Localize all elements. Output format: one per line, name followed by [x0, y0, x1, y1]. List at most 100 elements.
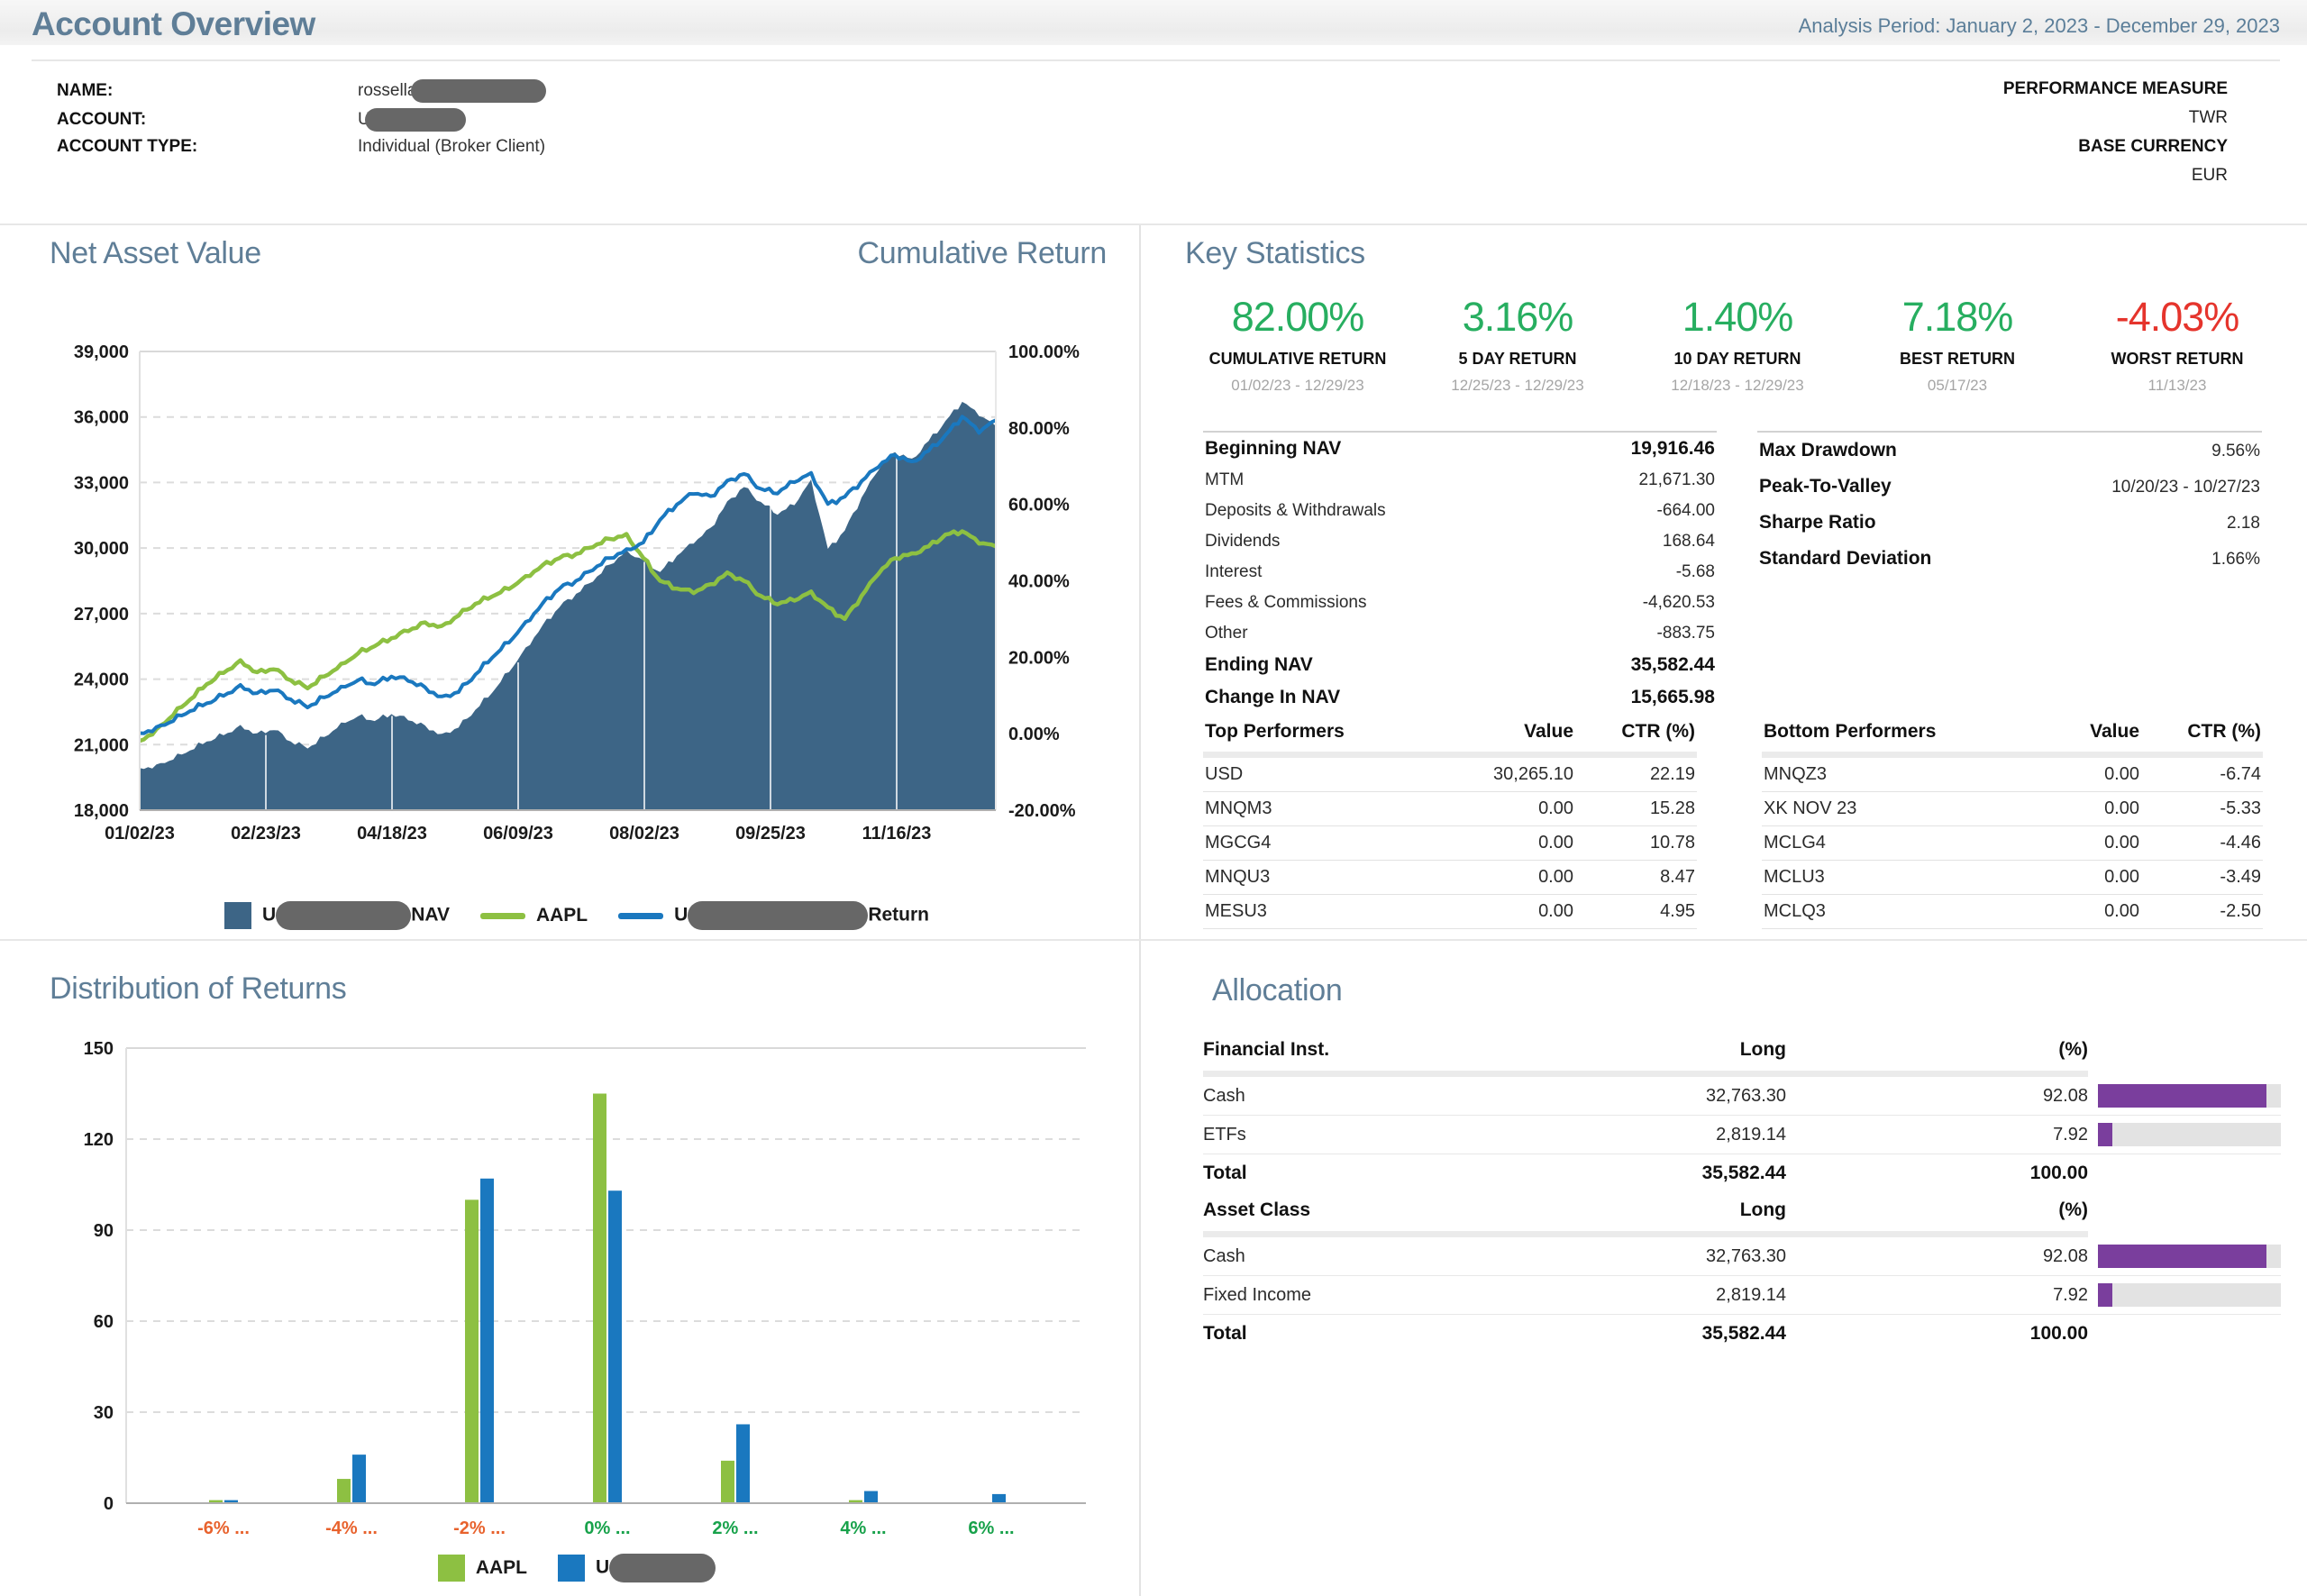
stat-period: 12/25/23 - 12/29/23 [1408, 377, 1628, 395]
svg-text:60: 60 [94, 1312, 114, 1332]
svg-text:21,000: 21,000 [74, 735, 129, 755]
key-stats-row: 82.00%CUMULATIVE RETURN01/02/23 - 12/29/… [1188, 294, 2287, 395]
table-row: MNQU30.008.47 [1203, 861, 1697, 895]
row-label: Standard Deviation [1759, 548, 1931, 570]
performers-header: Bottom PerformersValueCTR (%) [1762, 717, 2263, 752]
allocation-long-value: 32,763.30 [1471, 1246, 1786, 1267]
allocation-asset-class-table: Asset ClassLong(%)Cash32,763.3092.08Fixe… [1203, 1195, 2281, 1353]
account-info-value: rossella [358, 81, 416, 100]
allocation-header: Asset ClassLong(%) [1203, 1195, 2281, 1231]
allocation-pct-value: 100.00 [1786, 1163, 2088, 1184]
row-label: Beginning NAV [1205, 438, 1341, 460]
instrument-name: MCLG4 [1764, 833, 1986, 853]
table-row: Dividends168.64 [1203, 526, 1717, 557]
account-info-label: NAME: [57, 81, 358, 101]
performance-meta-line: TWR [2189, 108, 2228, 128]
row-label: Dividends [1205, 532, 1280, 552]
table-row: Cash32,763.3092.08 [1203, 1237, 2281, 1276]
svg-text:80.00%: 80.00% [1008, 419, 1070, 439]
svg-text:09/25/23: 09/25/23 [735, 824, 806, 844]
allocation-long-value: 2,819.14 [1471, 1285, 1786, 1306]
row-value: -664.00 [1657, 501, 1715, 521]
allocation-col-header: Long [1471, 1199, 1786, 1221]
redaction-blob [411, 79, 546, 103]
instrument-name: XK NOV 23 [1764, 798, 1986, 819]
instrument-name: USD [1205, 764, 1420, 785]
instrument-ctr: -2.50 [2139, 901, 2261, 922]
table-row: Max Drawdown9.56% [1757, 433, 2262, 469]
table-row: Cash32,763.3092.08 [1203, 1077, 2281, 1116]
instrument-ctr: 8.47 [1573, 867, 1695, 888]
distribution-title: Distribution of Returns [50, 971, 346, 1007]
allocation-col-header: Long [1471, 1039, 1786, 1061]
stat-label: 5 DAY RETURN [1408, 350, 1628, 369]
header-divider [32, 59, 2280, 61]
table-row: Other-883.75 [1203, 618, 1717, 649]
distribution-legend: AAPLU [54, 1554, 1099, 1582]
table-row: Change In NAV15,665.98 [1203, 681, 1717, 714]
legend-item: UNAV [224, 901, 450, 930]
svg-text:-20.00%: -20.00% [1008, 801, 1076, 821]
legend-label: U [596, 1554, 716, 1582]
table-row: Standard Deviation1.66% [1757, 541, 2262, 577]
instrument-ctr: -5.33 [2139, 798, 2261, 819]
instrument-ctr: -4.46 [2139, 833, 2261, 853]
svg-text:60.00%: 60.00% [1008, 496, 1070, 515]
table-row: USD30,265.1022.19 [1203, 758, 1697, 792]
allocation-col-header: Asset Class [1203, 1199, 1471, 1221]
table-row: Fees & Commissions-4,620.53 [1203, 588, 1717, 618]
svg-text:18,000: 18,000 [74, 801, 129, 821]
account-info-label: ACCOUNT: [57, 110, 358, 130]
instrument-value: 30,265.10 [1420, 764, 1573, 785]
allocation-name: ETFs [1203, 1125, 1471, 1145]
instrument-ctr: 22.19 [1573, 764, 1695, 785]
row-value: 15,665.98 [1631, 687, 1715, 708]
allocation-pct-value: 92.08 [1786, 1086, 2088, 1107]
performers-value-header: Value [1986, 721, 2139, 743]
allocation-bar-track [2098, 1245, 2281, 1268]
table-row: MGCG40.0010.78 [1203, 826, 1697, 861]
row-value: -4,620.53 [1643, 593, 1715, 613]
allocation-name: Total [1203, 1323, 1471, 1345]
analysis-period: Analysis Period: January 2, 2023 - Decem… [1799, 14, 2280, 38]
allocation-financial-inst-table: Financial Inst.Long(%)Cash32,763.3092.08… [1203, 1035, 2281, 1192]
instrument-ctr: 4.95 [1573, 901, 1695, 922]
row-value: 35,582.44 [1631, 654, 1715, 676]
stat-value: 3.16% [1408, 294, 1628, 341]
svg-text:02/23/23: 02/23/23 [231, 824, 301, 844]
svg-text:39,000: 39,000 [74, 342, 129, 362]
stat-label: CUMULATIVE RETURN [1188, 350, 1408, 369]
table-row: MESU30.004.95 [1203, 895, 1697, 929]
instrument-value: 0.00 [1986, 764, 2139, 785]
allocation-bar [2098, 1084, 2266, 1108]
legend-line [480, 913, 525, 919]
table-row: Sharpe Ratio2.18 [1757, 505, 2262, 541]
instrument-value: 0.00 [1420, 798, 1573, 819]
svg-text:0% ...: 0% ... [584, 1518, 630, 1538]
row-value: 2.18 [2227, 514, 2260, 534]
instrument-name: MCLQ3 [1764, 901, 1986, 922]
svg-text:30,000: 30,000 [74, 539, 129, 559]
svg-text:08/02/23: 08/02/23 [609, 824, 679, 844]
allocation-long-value: 35,582.44 [1471, 1163, 1786, 1184]
performers-ctr-header: CTR (%) [1573, 721, 1695, 743]
stat-block: 3.16% 5 DAY RETURN 12/25/23 - 12/29/23 [1408, 294, 1628, 395]
allocation-bar [2098, 1283, 2112, 1307]
instrument-value: 0.00 [1420, 867, 1573, 888]
instrument-name: MESU3 [1205, 901, 1420, 922]
table-row: MCLG40.00-4.46 [1762, 826, 2263, 861]
table-row: ETFs2,819.147.92 [1203, 1116, 2281, 1154]
account-info-row: NAME:rossella [57, 79, 546, 103]
row-label: Peak-To-Valley [1759, 476, 1892, 497]
header-band [1203, 1231, 2088, 1237]
instrument-ctr: 10.78 [1573, 833, 1695, 853]
allocation-bar-cell [2088, 1084, 2281, 1108]
table-row: XK NOV 230.00-5.33 [1762, 792, 2263, 826]
row-label: Interest [1205, 562, 1262, 582]
row-value: 9.56% [2211, 442, 2260, 461]
account-info-row: ACCOUNT TYPE:Individual (Broker Client) [57, 137, 545, 157]
content-top-divider [0, 223, 2307, 225]
table-row: Beginning NAV19,916.46 [1203, 433, 1717, 465]
allocation-pct-value: 7.92 [1786, 1125, 2088, 1145]
allocation-bar-track [2098, 1084, 2281, 1108]
